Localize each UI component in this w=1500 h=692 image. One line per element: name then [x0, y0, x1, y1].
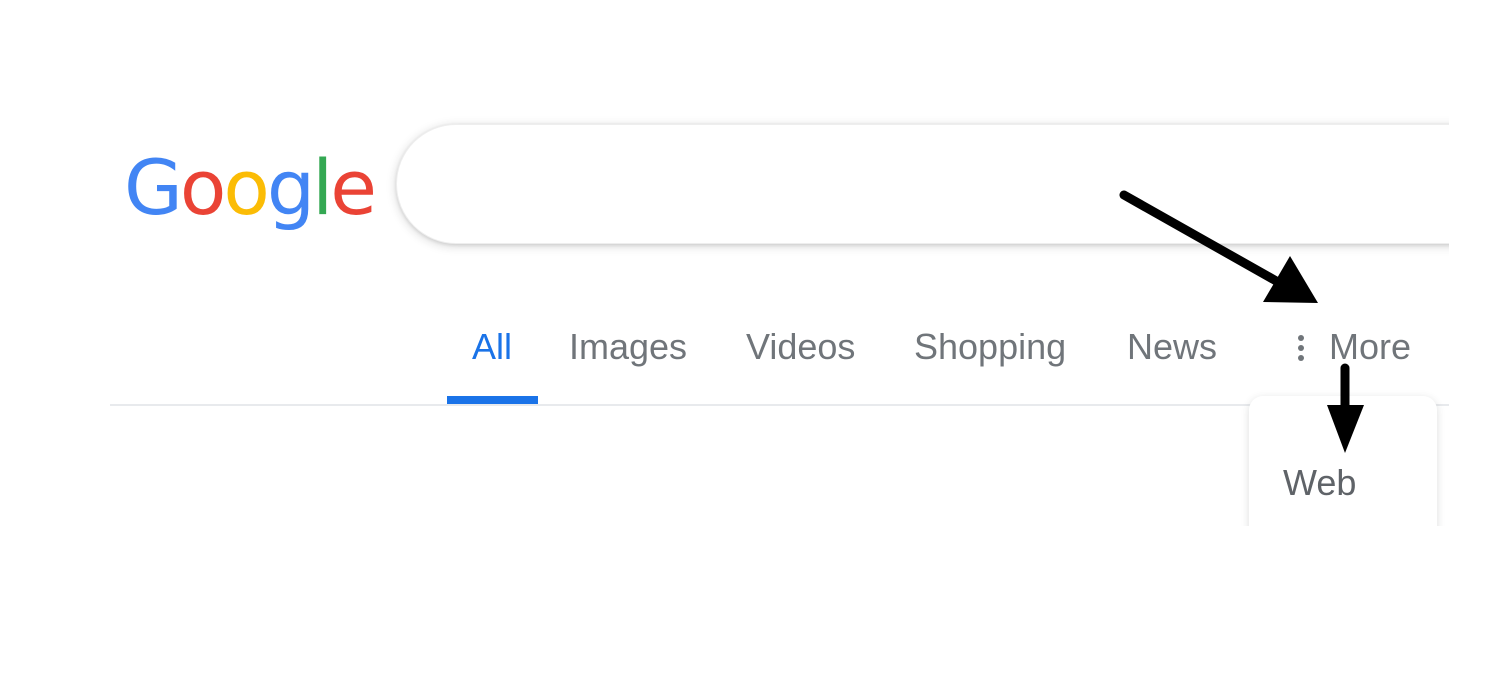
tab-images[interactable]: Images: [569, 318, 687, 378]
logo-letter: G: [124, 143, 183, 232]
logo-letter: g: [266, 143, 315, 232]
menu-item-web[interactable]: Web: [1283, 462, 1356, 504]
tab-more[interactable]: More: [1329, 318, 1411, 378]
right-edge-mask: [1449, 0, 1500, 692]
search-input[interactable]: [457, 155, 1361, 217]
active-tab-indicator: [447, 396, 538, 404]
tabs-divider: [110, 404, 1449, 406]
logo-letter: o: [179, 143, 226, 232]
tab-shopping[interactable]: Shopping: [914, 318, 1066, 378]
logo-letter: o: [223, 143, 269, 232]
logo-letter: l: [312, 143, 333, 232]
tab-all[interactable]: All: [472, 318, 512, 378]
search-box[interactable]: [396, 124, 1496, 244]
google-logo[interactable]: G o o g l e: [124, 138, 377, 238]
dropdown-crop-mask: [1240, 526, 1450, 586]
tab-news[interactable]: News: [1127, 318, 1217, 378]
tab-videos[interactable]: Videos: [746, 318, 855, 378]
logo-letter: e: [330, 143, 377, 232]
vertical-dots-icon[interactable]: [1295, 332, 1307, 364]
